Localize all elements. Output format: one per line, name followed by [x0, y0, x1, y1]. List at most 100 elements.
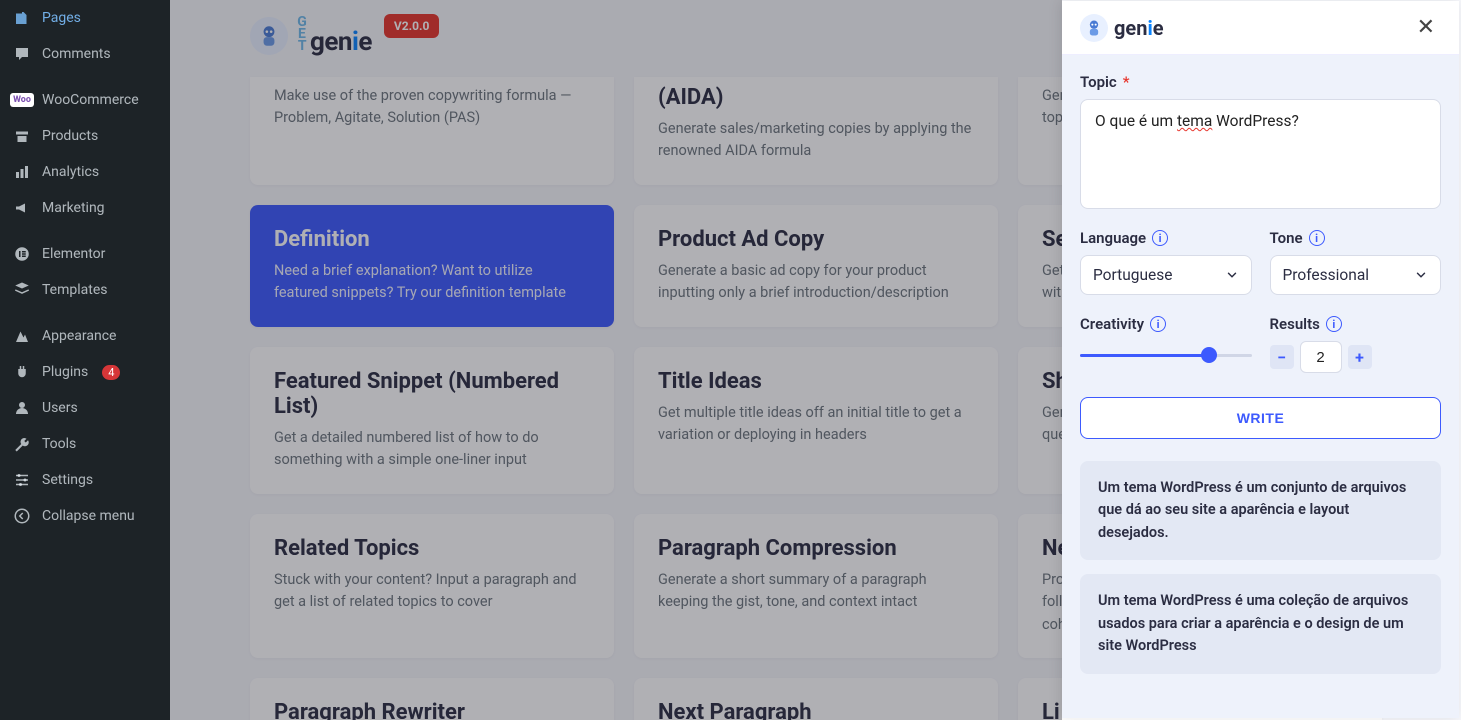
card-title: Paragraph Compression — [658, 536, 974, 561]
creativity-label: Creativityi — [1080, 315, 1252, 333]
panel-body: Topic* O que é um tema WordPress? Langua… — [1062, 55, 1459, 718]
card-desc: Stuck with your content? Input a paragra… — [274, 569, 590, 614]
card-desc: Make use of the proven copywriting formu… — [274, 85, 590, 130]
template-card[interactable]: Make use of the proven copywriting formu… — [250, 77, 614, 185]
card-desc: Get a detailed numbered list of how to d… — [274, 427, 590, 472]
sidebar-item-label: Comments — [42, 46, 111, 62]
card-desc: Get multiple title ideas off an initial … — [658, 402, 974, 447]
card-title: Featured Snippet (Numbered List) — [274, 369, 590, 419]
topic-input[interactable]: O que é um tema WordPress? — [1080, 99, 1441, 209]
version-badge: V2.0.0 — [384, 14, 439, 38]
sidebar-item-label: WooCommerce — [42, 92, 139, 108]
marketing-icon — [12, 198, 32, 218]
results-input[interactable] — [1300, 341, 1342, 373]
language-label: Languagei — [1080, 229, 1252, 247]
templates-icon — [12, 280, 32, 300]
sidebar-item-plugins[interactable]: Plugins 4 — [0, 354, 170, 390]
info-icon[interactable]: i — [1150, 316, 1166, 332]
sidebar-item-label: Tools — [42, 436, 76, 452]
sidebar-item-settings[interactable]: Settings — [0, 462, 170, 498]
sidebar-item-analytics[interactable]: Analytics — [0, 154, 170, 190]
robot-icon — [1080, 14, 1108, 42]
card-title: Product Ad Copy — [658, 227, 974, 252]
card-desc: Generate a short summary of a paragraph … — [658, 569, 974, 614]
sidebar-item-pages[interactable]: Pages — [0, 0, 170, 36]
info-icon[interactable]: i — [1309, 230, 1325, 246]
template-card[interactable]: Paragraph RewriterPut a new and unique s… — [250, 678, 614, 720]
comments-icon — [12, 44, 32, 64]
sidebar-item-templates[interactable]: Templates — [0, 272, 170, 308]
collapse-icon — [12, 506, 32, 526]
sidebar-item-label: Elementor — [42, 246, 105, 262]
close-icon[interactable]: ✕ — [1411, 13, 1441, 42]
chevron-down-icon — [1225, 268, 1239, 282]
panel-logo: genie — [1080, 14, 1164, 42]
pages-icon — [12, 8, 32, 28]
sidebar-item-users[interactable]: Users — [0, 390, 170, 426]
template-card[interactable]: Product Ad Copy Generate a basic ad copy … — [634, 205, 998, 327]
sidebar-item-label: Appearance — [42, 328, 116, 344]
sidebar-item-comments[interactable]: Comments — [0, 36, 170, 72]
info-icon[interactable]: i — [1152, 230, 1168, 246]
template-card[interactable]: Paragraph Compression Generate a short su… — [634, 514, 998, 658]
language-select[interactable]: Portuguese — [1080, 255, 1252, 295]
plugins-icon — [12, 362, 32, 382]
appearance-icon — [12, 326, 32, 346]
increase-button[interactable]: + — [1348, 345, 1372, 369]
template-card[interactable]: Related TopicsStuck with your content? I… — [250, 514, 614, 658]
sidebar-item-elementor[interactable]: Elementor — [0, 236, 170, 272]
elementor-icon — [12, 244, 32, 264]
wp-admin-sidebar: Pages Comments Woo WooCommerce Products Analy… — [0, 0, 170, 720]
sidebar-item-label: Plugins — [42, 364, 88, 380]
decrease-button[interactable]: − — [1270, 345, 1294, 369]
card-title: (AIDA) — [658, 85, 974, 110]
sidebar-item-products[interactable]: Products — [0, 118, 170, 154]
card-desc: Need a brief explanation? Want to utiliz… — [274, 260, 590, 305]
template-card[interactable]: (AIDA) Generate sales/marketing copies by… — [634, 77, 998, 185]
template-card[interactable]: Featured Snippet (Numbered List) Get a de… — [250, 347, 614, 494]
sidebar-item-label: Settings — [42, 472, 93, 488]
sidebar-item-label: Products — [42, 128, 98, 144]
analytics-icon — [12, 162, 32, 182]
template-card[interactable]: Title Ideas Get multiple title ideas off … — [634, 347, 998, 494]
sidebar-item-label: Collapse menu — [42, 508, 135, 524]
result-card[interactable]: Um tema WordPress é um conjunto de arqui… — [1080, 461, 1441, 560]
update-badge: 4 — [102, 365, 120, 380]
products-icon — [12, 126, 32, 146]
sidebar-item-label: Pages — [42, 10, 81, 26]
sidebar-item-collapse-menu[interactable]: Collapse menu — [0, 498, 170, 534]
sidebar-item-label: Templates — [42, 282, 108, 298]
sidebar-item-label: Marketing — [42, 200, 105, 216]
robot-icon — [250, 17, 288, 55]
tools-icon — [12, 434, 32, 454]
tone-label: Tonei — [1270, 229, 1442, 247]
panel-header: genie ✕ — [1062, 1, 1459, 55]
woo-icon: Woo — [12, 90, 32, 110]
sidebar-item-marketing[interactable]: Marketing — [0, 190, 170, 226]
card-desc: Generate a basic ad copy for your produc… — [658, 260, 974, 305]
creativity-slider[interactable] — [1080, 345, 1252, 365]
card-desc: Generate sales/marketing copies by apply… — [658, 118, 974, 163]
tone-select[interactable]: Professional — [1270, 255, 1442, 295]
sidebar-item-label: Analytics — [42, 164, 99, 180]
chevron-down-icon — [1414, 268, 1428, 282]
card-title: Paragraph Rewriter — [274, 700, 590, 720]
card-title: Title Ideas — [658, 369, 974, 394]
sidebar-item-label: Users — [42, 400, 78, 416]
sidebar-item-woocommerce[interactable]: Woo WooCommerce — [0, 82, 170, 118]
topic-label: Topic* — [1080, 73, 1441, 91]
card-title: Definition — [274, 227, 590, 252]
getgenie-logo: GETgenie V2.0.0 — [250, 14, 439, 57]
genie-panel: genie ✕ Topic* O que é um tema WordPress… — [1062, 1, 1459, 718]
settings-icon — [12, 470, 32, 490]
sidebar-item-appearance[interactable]: Appearance — [0, 318, 170, 354]
template-card[interactable]: Definition Need a brief explanation? Want… — [250, 205, 614, 327]
template-card[interactable]: Next ParagraphInput your paragraph/lines… — [634, 678, 998, 720]
users-icon — [12, 398, 32, 418]
result-card[interactable]: Um tema WordPress é uma coleção de arqui… — [1080, 574, 1441, 673]
results-label: Resultsi — [1270, 315, 1442, 333]
info-icon[interactable]: i — [1326, 316, 1342, 332]
sidebar-item-tools[interactable]: Tools — [0, 426, 170, 462]
card-title: Next Paragraph — [658, 700, 974, 720]
write-button[interactable]: WRITE — [1080, 397, 1441, 439]
